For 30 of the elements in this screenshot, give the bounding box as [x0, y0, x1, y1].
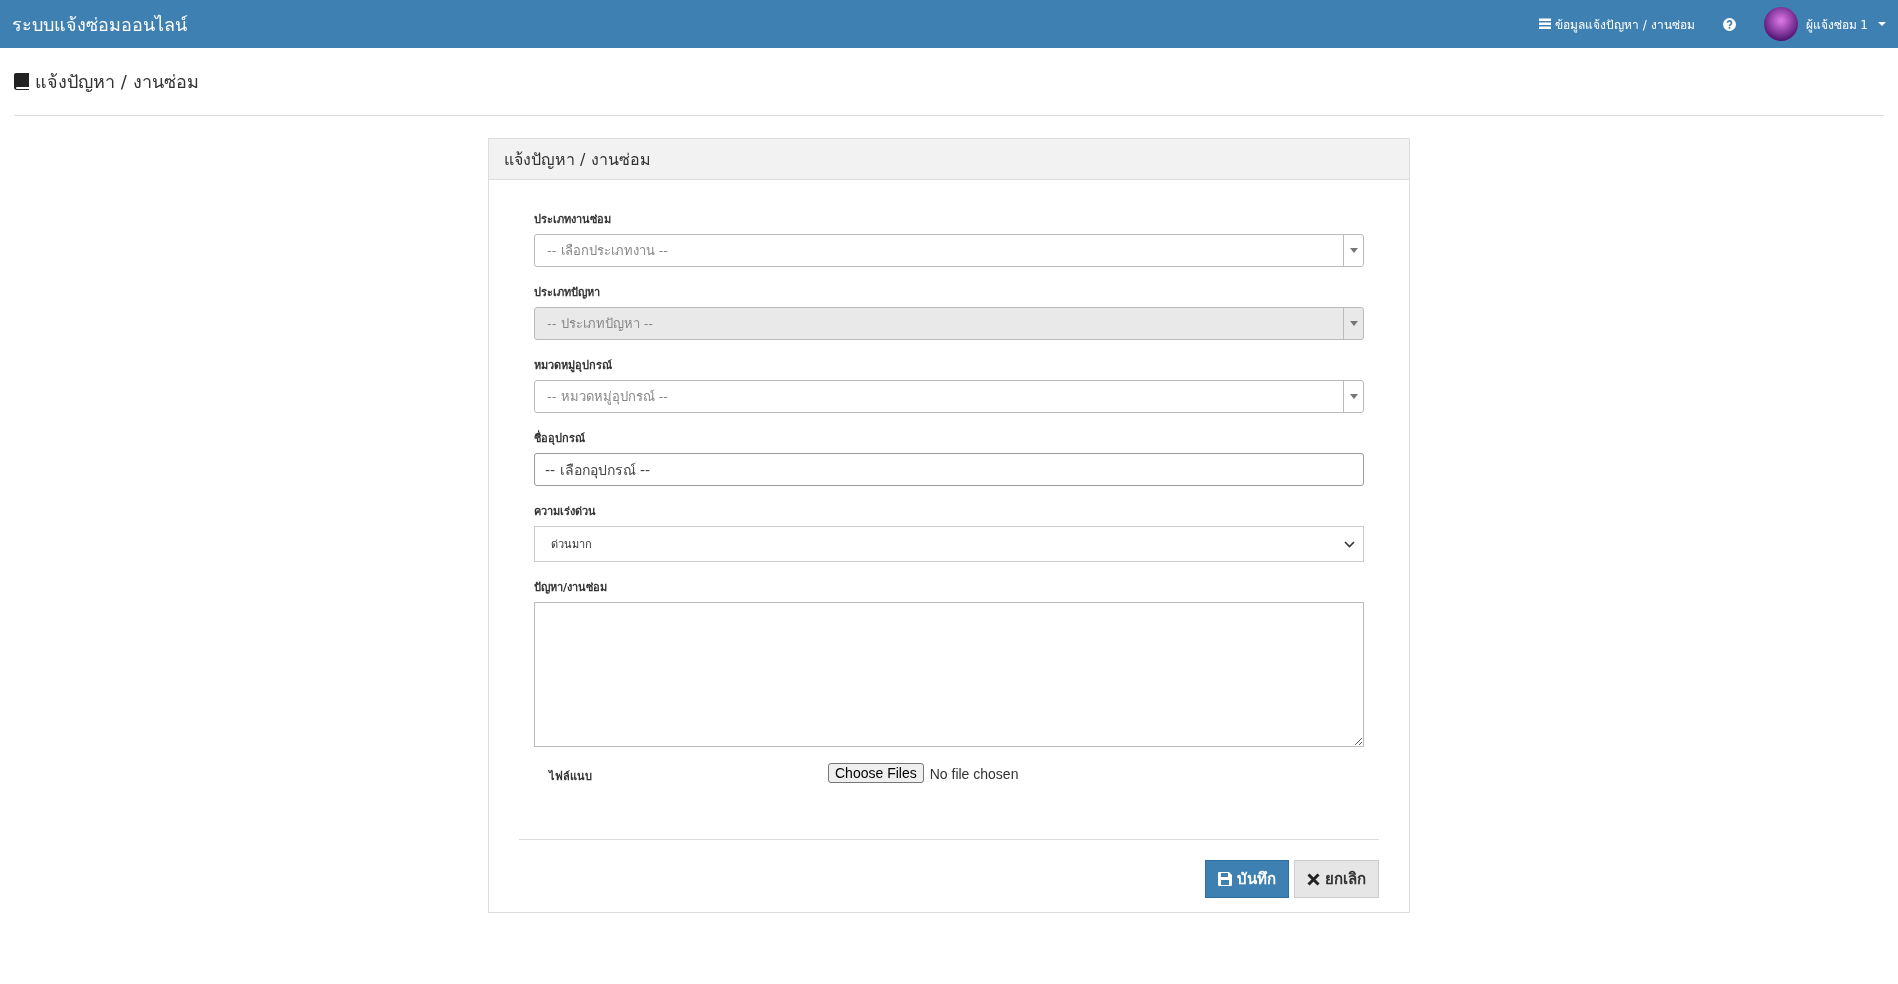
file-status: No file chosen	[929, 765, 1019, 782]
page-title: แจ้งปัญหา / งานซ่อม	[35, 70, 199, 94]
dropdown-field[interactable]: -- หมวดหมู่อุปกรณ์ --	[534, 380, 1364, 413]
x-icon	[1307, 872, 1320, 886]
chevron-down-icon	[1344, 540, 1355, 548]
user-menu[interactable]: ผู้แจ้งซ่อม 1	[1763, 7, 1886, 41]
nav-link[interactable]: ข้อมูลแจ้งปัญหา / งานซ่อม	[1538, 14, 1695, 34]
save-button[interactable]: บันทึก	[1205, 860, 1289, 898]
avatar	[1763, 7, 1798, 41]
dropdown-field[interactable]: -- เลือกประเภทงาน --	[534, 234, 1364, 267]
caret-icon	[1349, 321, 1358, 326]
book-icon	[14, 73, 29, 90]
field-label: ชื่ออุปกรณ์	[534, 429, 586, 447]
field-label: ประเภทงานซ่อม	[534, 212, 612, 228]
brand-title[interactable]: ระบบแจ้งซ่อมออนไลน์	[12, 9, 1511, 39]
field-label: หมวดหมู่อุปกรณ์	[534, 358, 613, 374]
caret-icon	[1349, 394, 1358, 399]
panel-title: แจ้งปัญหา / งานซ่อม	[489, 139, 1409, 180]
help-icon[interactable]	[1722, 17, 1736, 31]
field-label: ความเร่งด่วน	[534, 504, 597, 520]
field-label: ปัญหา/งานซ่อม	[534, 580, 609, 596]
dropdown-field: -- ประเภทปัญหา --	[534, 307, 1364, 340]
cancel-button[interactable]: ยกเลิก	[1294, 860, 1379, 898]
field-label: ประเภทปัญหา	[534, 285, 601, 301]
input-field[interactable]: -- เลือกอุปกรณ์ --	[534, 453, 1364, 486]
select-field[interactable]: ด่วนมาก	[534, 526, 1364, 562]
field-label: ไฟล์แนบ	[549, 769, 593, 785]
list-icon	[1538, 18, 1551, 30]
caret-icon	[1349, 248, 1358, 253]
choose-files-button[interactable]: Choose Files	[828, 763, 924, 783]
